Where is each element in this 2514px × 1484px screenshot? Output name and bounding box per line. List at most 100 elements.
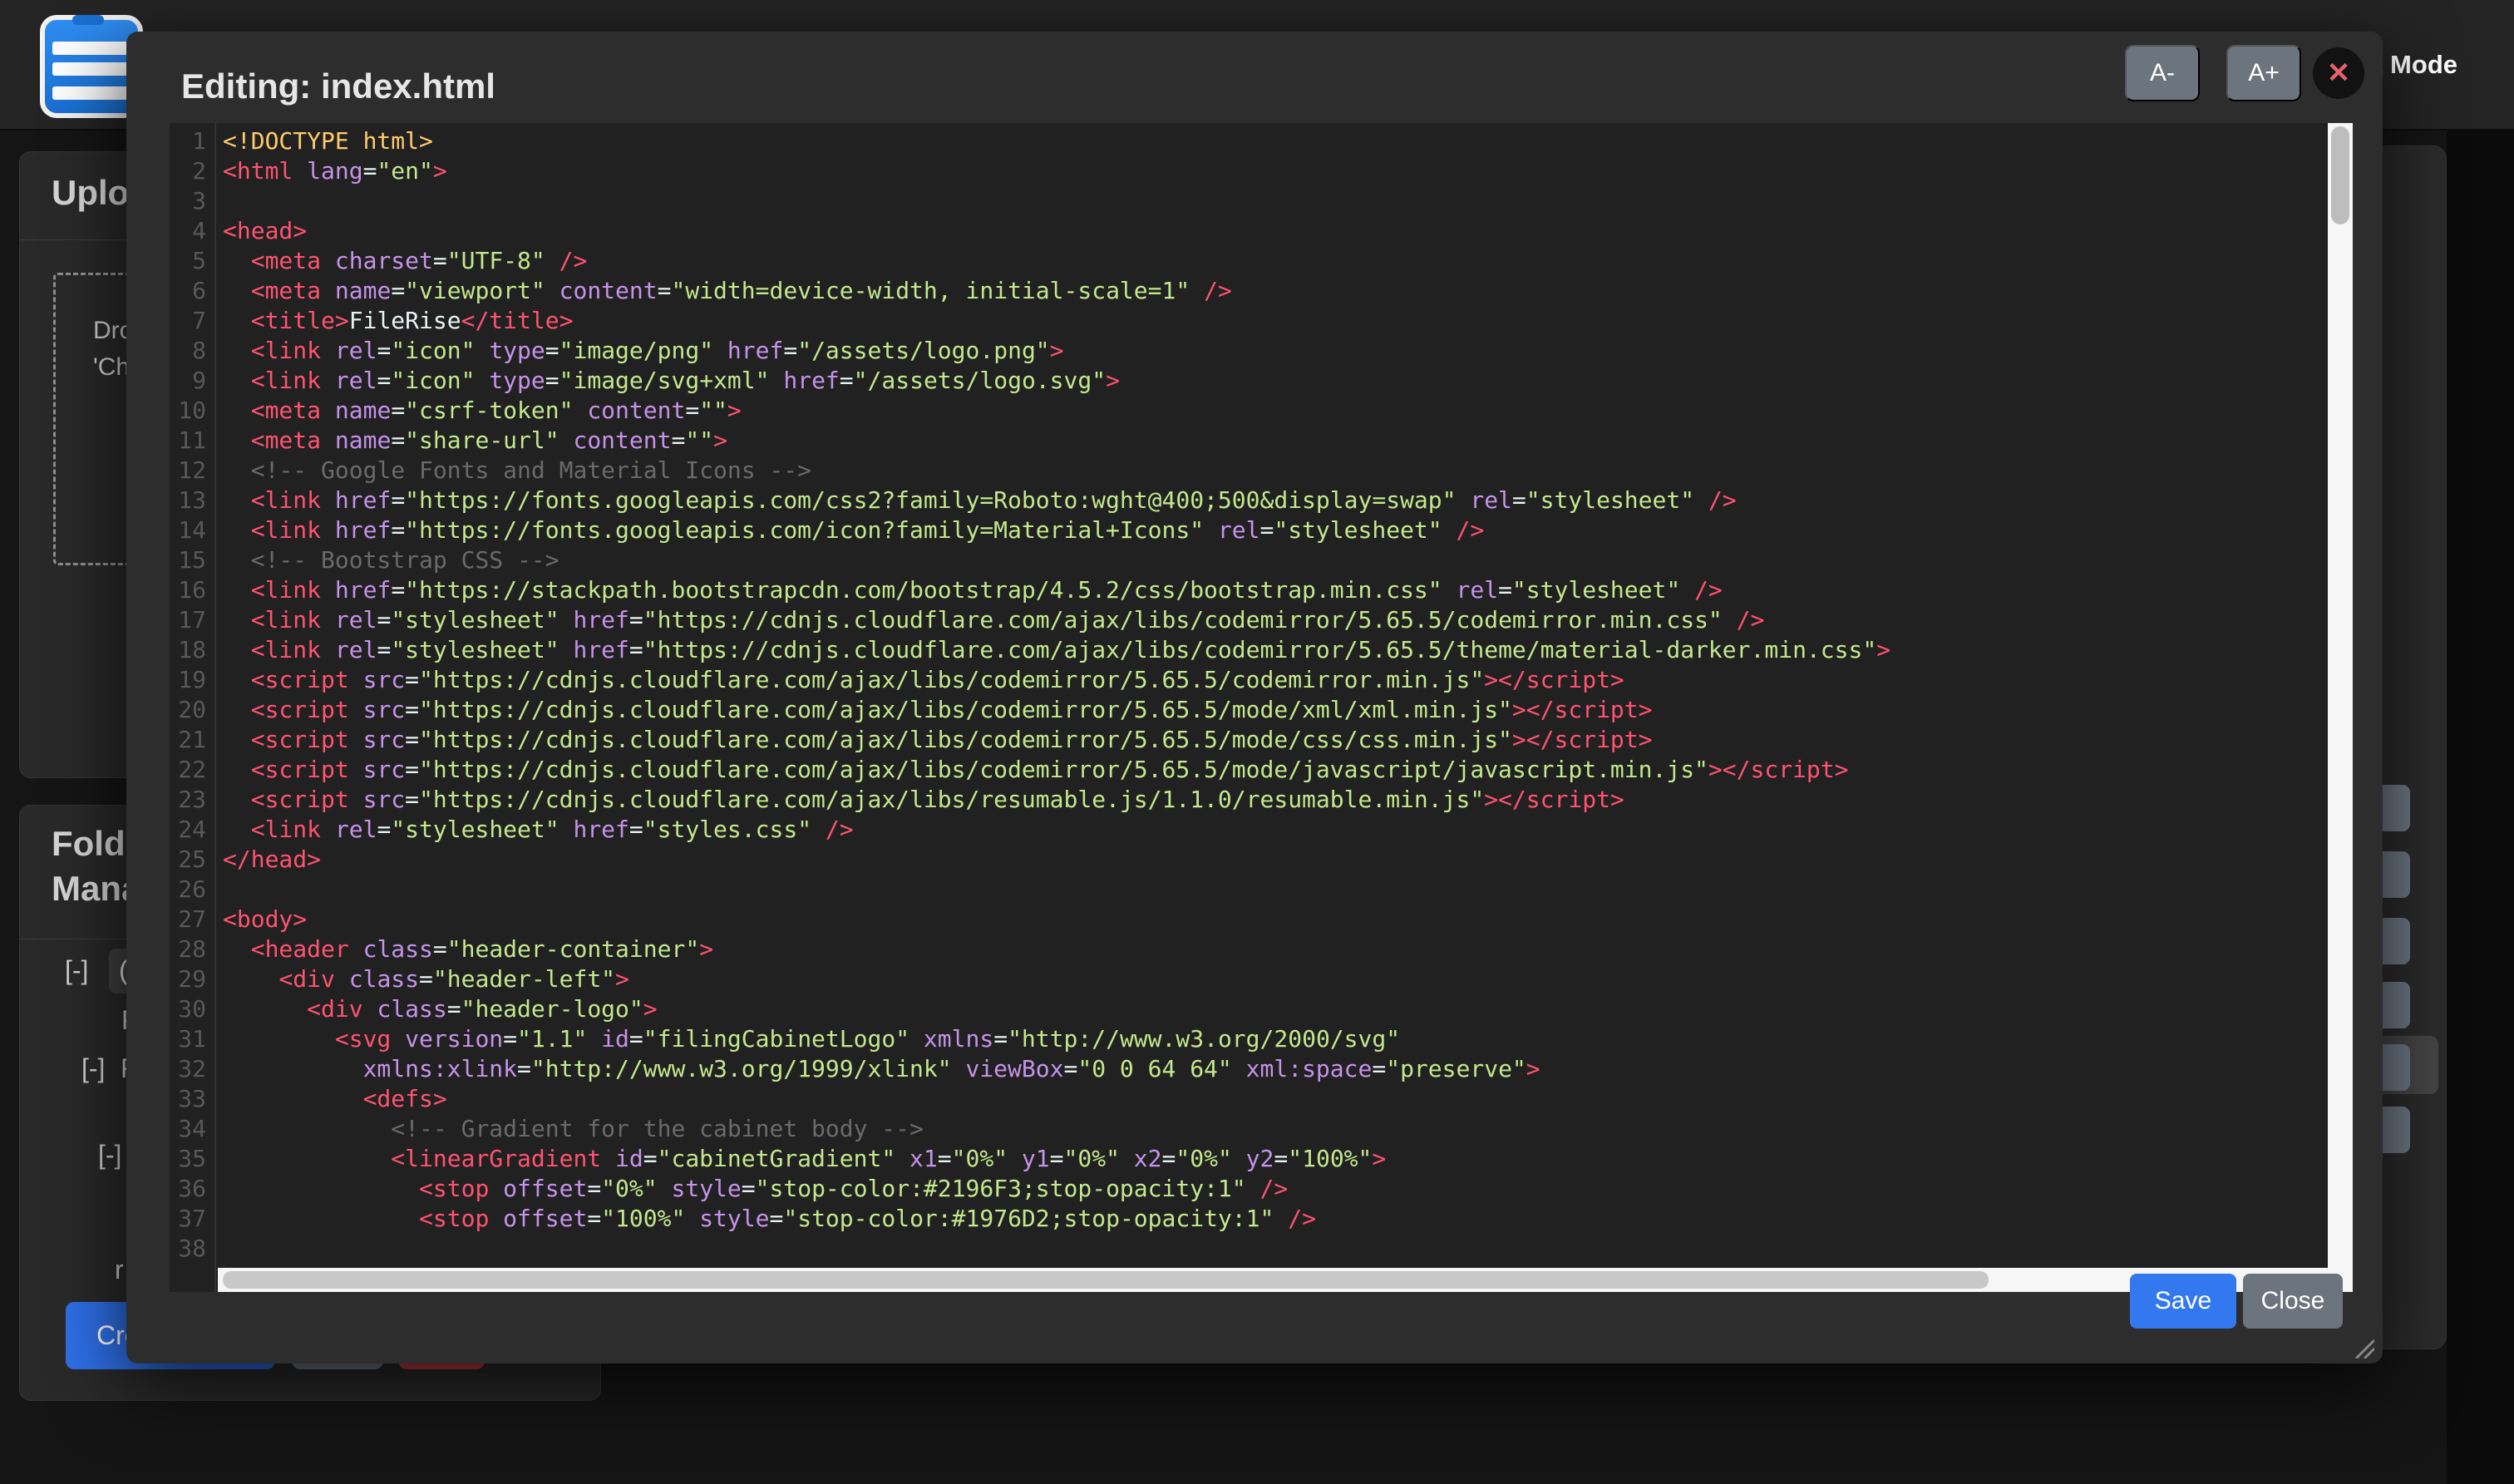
code-line[interactable]: <header class="header-container"> — [223, 934, 1890, 964]
code-line[interactable]: <script src="https://cdnjs.cloudflare.co… — [223, 725, 1890, 755]
code-token — [223, 816, 251, 843]
code-token — [559, 426, 574, 454]
code-line[interactable] — [223, 875, 1890, 905]
vertical-scrollbar-thumb[interactable] — [2331, 126, 2349, 224]
code-line[interactable]: <link href="https://fonts.googleapis.com… — [223, 515, 1890, 545]
code-token: = — [503, 1025, 517, 1053]
close-icon[interactable]: ✕ — [2313, 47, 2364, 99]
code-line[interactable]: <!-- Bootstrap CSS --> — [223, 545, 1890, 575]
code-token: <meta — [251, 247, 321, 274]
code-token — [335, 965, 349, 993]
vertical-scrollbar[interactable] — [2328, 123, 2353, 1292]
code-line[interactable]: <script src="https://cdnjs.cloudflare.co… — [223, 785, 1890, 815]
code-line[interactable]: <script src="https://cdnjs.cloudflare.co… — [223, 695, 1890, 725]
code-line[interactable]: <meta name="csrf-token" content=""> — [223, 396, 1890, 426]
code-token: = — [377, 337, 391, 364]
code-token — [321, 367, 335, 394]
code-line[interactable]: <defs> — [223, 1084, 1890, 1114]
line-number: 27 — [170, 905, 206, 934]
code-token: x1 — [909, 1145, 938, 1172]
code-line[interactable]: <link rel="icon" type="image/svg+xml" hr… — [223, 366, 1890, 396]
code-token: = — [405, 786, 419, 813]
line-number: 6 — [170, 276, 206, 306]
code-line[interactable]: <link rel="stylesheet" href="styles.css"… — [223, 815, 1890, 845]
code-token — [1723, 606, 1737, 634]
horizontal-scrollbar[interactable] — [218, 1268, 2353, 1292]
code-line[interactable]: <link rel="stylesheet" href="https://cdn… — [223, 635, 1890, 665]
code-token: = — [587, 1205, 601, 1232]
close-button[interactable]: Close — [2243, 1274, 2343, 1329]
line-number: 22 — [170, 755, 206, 785]
code-line[interactable]: <linearGradient id="cabinetGradient" x1=… — [223, 1144, 1890, 1174]
code-token: = — [377, 636, 391, 663]
code-token: <div — [279, 965, 334, 993]
tree-toggle[interactable]: [-] — [98, 1140, 121, 1171]
code-token: = — [993, 1025, 1008, 1053]
code-line[interactable]: <link href="https://stackpath.bootstrapc… — [223, 575, 1890, 605]
code-line[interactable]: <link rel="icon" type="image/png" href="… — [223, 336, 1890, 366]
code-token: = — [363, 157, 377, 185]
code-token: /> — [826, 816, 854, 843]
code-token: type — [489, 367, 545, 394]
code-line[interactable]: </head> — [223, 845, 1890, 875]
code-line[interactable]: <script src="https://cdnjs.cloudflare.co… — [223, 665, 1890, 695]
code-token: <body> — [223, 905, 307, 933]
code-token: href — [783, 367, 839, 394]
tree-toggle-root[interactable]: [-] — [65, 955, 88, 986]
code-line[interactable] — [223, 1234, 1890, 1264]
code-token — [1442, 516, 1457, 544]
font-decrease-button[interactable]: A- — [2125, 45, 2200, 101]
code-editor[interactable]: 1234567891011121314151617181920212223242… — [170, 123, 2353, 1292]
code-line[interactable]: <body> — [223, 905, 1890, 934]
code-line[interactable]: <script src="https://cdnjs.cloudflare.co… — [223, 755, 1890, 785]
code-token: "header-left" — [433, 965, 615, 993]
theme-toggle-button-fragment[interactable]: t Mode — [2374, 50, 2457, 80]
code-token: id — [601, 1025, 629, 1053]
editor-code[interactable]: <!DOCTYPE html><html lang="en"> <head> <m… — [223, 126, 1890, 1264]
code-token: /> — [1694, 576, 1723, 604]
code-token: = — [377, 816, 391, 843]
code-token — [223, 606, 251, 634]
code-line[interactable]: <meta name="viewport" content="width=dev… — [223, 276, 1890, 306]
tree-item-fragment[interactable]: r — [115, 1255, 124, 1285]
code-line[interactable]: <link href="https://fonts.googleapis.com… — [223, 486, 1890, 515]
code-line[interactable]: <html lang="en"> — [223, 156, 1890, 186]
code-token: "0%" — [1064, 1145, 1120, 1172]
code-line[interactable]: <!DOCTYPE html> — [223, 126, 1890, 156]
code-token: ></script> — [1484, 786, 1624, 813]
code-token: type — [489, 337, 545, 364]
code-line[interactable]: <meta charset="UTF-8" /> — [223, 246, 1890, 276]
code-token: name — [335, 277, 391, 304]
code-line[interactable]: <title>FileRise</title> — [223, 306, 1890, 336]
code-token: rel — [335, 337, 377, 364]
tree-toggle[interactable]: [-] — [81, 1053, 105, 1084]
code-token: "styles.css" — [643, 816, 811, 843]
code-line[interactable]: <stop offset="0%" style="stop-color:#219… — [223, 1174, 1890, 1204]
line-number: 4 — [170, 216, 206, 246]
code-line[interactable]: <!-- Google Fonts and Material Icons --> — [223, 456, 1890, 486]
code-token: "0 0 64 64" — [1077, 1055, 1231, 1082]
code-line[interactable]: <svg version="1.1" id="filingCabinetLogo… — [223, 1024, 1890, 1054]
code-line[interactable]: xmlns:xlink="http://www.w3.org/1999/xlin… — [223, 1054, 1890, 1084]
code-line[interactable]: <meta name="share-url" content=""> — [223, 426, 1890, 456]
code-line[interactable]: <link rel="stylesheet" href="https://cdn… — [223, 605, 1890, 635]
resize-handle[interactable] — [2351, 1335, 2374, 1358]
horizontal-scrollbar-thumb[interactable] — [223, 1271, 1989, 1289]
code-token: = — [643, 1145, 658, 1172]
code-line[interactable]: <div class="header-left"> — [223, 964, 1890, 994]
code-line[interactable] — [223, 186, 1890, 216]
code-token: = — [840, 367, 854, 394]
code-token — [223, 965, 279, 993]
code-token: lang — [307, 157, 362, 185]
code-line[interactable]: <stop offset="100%" style="stop-color:#1… — [223, 1204, 1890, 1234]
code-line[interactable]: <!-- Gradient for the cabinet body --> — [223, 1114, 1890, 1144]
code-token: <svg — [335, 1025, 391, 1053]
code-token: /> — [1708, 486, 1737, 514]
save-button[interactable]: Save — [2130, 1274, 2236, 1329]
code-line[interactable]: <div class="header-logo"> — [223, 994, 1890, 1024]
code-line[interactable]: <head> — [223, 216, 1890, 246]
code-token: </head> — [223, 846, 321, 873]
code-token: "stop-color:#2196F3;stop-opacity:1" — [756, 1175, 1246, 1202]
font-increase-button[interactable]: A+ — [2226, 45, 2301, 101]
code-token: ></script> — [1484, 666, 1624, 693]
